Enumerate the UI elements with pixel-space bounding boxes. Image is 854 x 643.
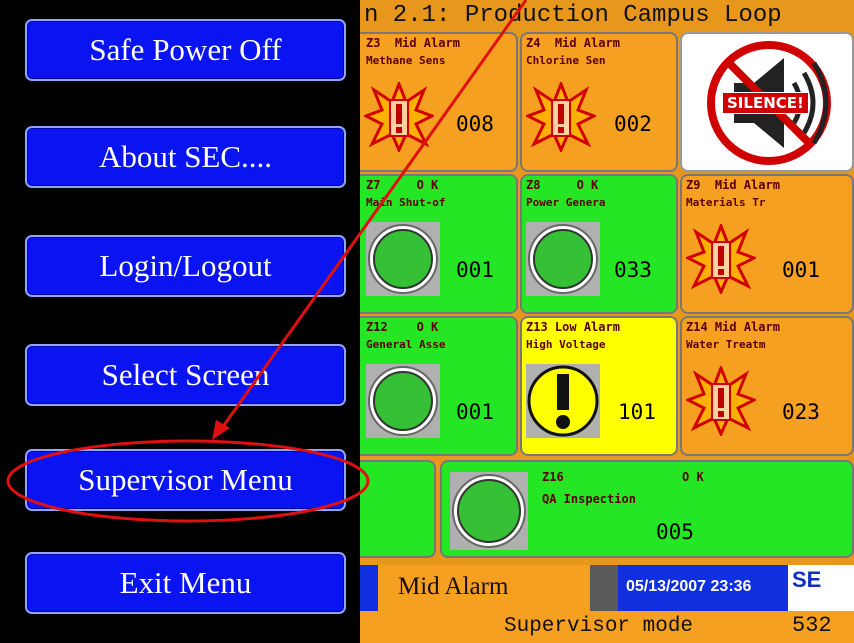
zone-id: Z7 bbox=[366, 178, 381, 192]
supervisor-menu-button[interactable]: Supervisor Menu bbox=[25, 449, 346, 511]
zone-count: 001 bbox=[456, 258, 494, 282]
zone-name: Water Treatm bbox=[686, 338, 766, 351]
zone-tile-z14[interactable]: Z14 Mid Alarm Water Treatm 023 bbox=[680, 316, 854, 456]
zone-tile-z12[interactable]: Z12 O K General Asse 001 bbox=[360, 316, 518, 456]
zone-tile-z9[interactable]: Z9 Mid Alarm Materials Tr 001 bbox=[680, 174, 854, 314]
zone-tile-z3[interactable]: Z3 Mid Alarm Methane Sens 008 bbox=[360, 32, 518, 172]
ok-indicator-icon bbox=[528, 224, 598, 294]
zone-status: O K bbox=[416, 320, 439, 334]
low-alarm-exclamation-icon bbox=[527, 365, 599, 437]
zone-count: 001 bbox=[456, 400, 494, 424]
zone-count: 008 bbox=[456, 112, 494, 136]
zone-name: General Asse bbox=[366, 338, 446, 351]
alarm-burst-icon bbox=[526, 82, 596, 152]
zone-panel: n 2.1: Production Campus Loop Z3 Mid Ala… bbox=[360, 0, 854, 643]
about-sec-button[interactable]: About SEC.... bbox=[25, 126, 346, 188]
zone-status: Mid Alarm bbox=[714, 320, 780, 334]
alarm-level-label: Mid Alarm bbox=[398, 573, 509, 600]
zone-id: Z4 bbox=[526, 36, 541, 50]
zone-count: 033 bbox=[614, 258, 652, 282]
zone-status: Mid Alarm bbox=[714, 178, 780, 192]
safe-power-off-button[interactable]: Safe Power Off bbox=[25, 19, 346, 81]
zone-name: QA Inspection bbox=[542, 492, 636, 506]
status-edge bbox=[360, 565, 378, 611]
alarm-burst-icon bbox=[364, 82, 434, 152]
zone-id: Z3 bbox=[366, 36, 381, 50]
zone-tile-z16[interactable]: Z16 O K QA Inspection 005 bbox=[440, 460, 854, 558]
zone-count: 002 bbox=[614, 112, 652, 136]
zone-name: Methane Sens bbox=[366, 54, 446, 67]
zone-tile-partial[interactable] bbox=[360, 460, 436, 558]
silence-button[interactable]: SILENCE! bbox=[680, 32, 854, 172]
zone-status: Mid Alarm bbox=[394, 36, 460, 50]
screen-title: n 2.1: Production Campus Loop bbox=[364, 2, 782, 29]
ok-indicator-icon bbox=[368, 224, 438, 294]
zone-id: Z13 bbox=[526, 320, 548, 334]
logo-box: SE bbox=[788, 565, 854, 611]
zone-id: Z9 bbox=[686, 178, 701, 192]
alarm-level-box: Mid Alarm bbox=[378, 565, 590, 611]
zone-name: Chlorine Sen bbox=[526, 54, 606, 67]
ok-indicator-icon bbox=[368, 366, 438, 436]
zone-tile-z4[interactable]: Z4 Mid Alarm Chlorine Sen 002 bbox=[520, 32, 678, 172]
zone-id: Z16 bbox=[542, 470, 564, 484]
zone-status: Mid Alarm bbox=[554, 36, 620, 50]
mode-bar: Supervisor mode 532 bbox=[360, 611, 854, 643]
login-logout-button[interactable]: Login/Logout bbox=[25, 235, 346, 297]
zone-count: 001 bbox=[782, 258, 820, 282]
zone-name: Main Shut-of bbox=[366, 196, 446, 209]
zone-name: Materials Tr bbox=[686, 196, 766, 209]
select-screen-button[interactable]: Select Screen bbox=[25, 344, 346, 406]
zone-name: High Voltage bbox=[526, 338, 606, 351]
mode-label: Supervisor mode bbox=[504, 615, 694, 638]
datetime: 05/13/2007 23:36 bbox=[626, 578, 752, 595]
zone-status: Low Alarm bbox=[554, 320, 620, 334]
zone-count: 101 bbox=[618, 400, 656, 424]
ok-indicator-icon bbox=[452, 474, 526, 548]
zone-tile-z8[interactable]: Z8 O K Power Genera 033 bbox=[520, 174, 678, 314]
alarm-burst-icon bbox=[686, 366, 756, 436]
exit-menu-button[interactable]: Exit Menu bbox=[25, 552, 346, 614]
datetime-box: 05/13/2007 23:36 bbox=[618, 565, 788, 611]
status-separator bbox=[590, 565, 618, 611]
zone-tile-z13[interactable]: Z13 Low Alarm High Voltage 101 bbox=[520, 316, 678, 456]
zone-count: 023 bbox=[782, 400, 820, 424]
zone-count: 005 bbox=[656, 520, 694, 544]
zone-name: Power Genera bbox=[526, 196, 606, 209]
zone-status: O K bbox=[576, 178, 599, 192]
zone-status: O K bbox=[682, 470, 704, 484]
alarm-burst-icon bbox=[686, 224, 756, 294]
zone-id: Z8 bbox=[526, 178, 541, 192]
side-menu: Safe Power Off About SEC.... Login/Logou… bbox=[0, 0, 360, 643]
zone-tile-z7[interactable]: Z7 O K Main Shut-of 001 bbox=[360, 174, 518, 314]
zone-id: Z14 bbox=[686, 320, 708, 334]
zone-id: Z12 bbox=[366, 320, 388, 334]
silence-label: SILENCE! bbox=[722, 92, 809, 114]
status-code: 532 bbox=[792, 613, 832, 638]
zone-status: O K bbox=[416, 178, 439, 192]
sensor-logo-icon: SE bbox=[792, 567, 822, 592]
